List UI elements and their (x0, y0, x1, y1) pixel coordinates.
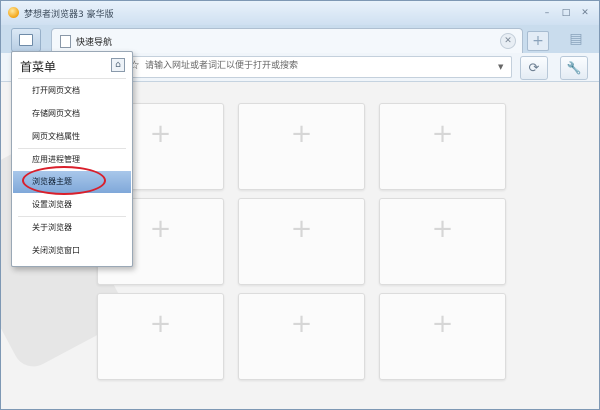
speed-dial-tile[interactable]: + (238, 103, 365, 190)
main-menu-dropdown: 首菜单 ⌂ 打开网页文档 存储网页文档 网页文档属性 应用进程管理 浏览器主题 … (11, 51, 133, 267)
tools-button[interactable]: 🔧 (560, 56, 588, 80)
tab-label: 快速导航 (76, 38, 113, 48)
maximize-button[interactable]: □ (558, 6, 574, 19)
speed-dial-tile[interactable]: + (379, 198, 506, 285)
home-icon (19, 34, 33, 46)
side-panel-button[interactable]: ▤ (567, 29, 585, 49)
plus-icon: + (431, 308, 454, 339)
menu-item-close-window[interactable]: 关闭浏览窗口 (13, 240, 131, 262)
plus-icon: + (149, 308, 172, 339)
plus-icon: + (431, 118, 454, 149)
title-bar: 梦想者浏览器3 豪华版 – □ ✕ (1, 1, 599, 25)
menu-item-settings[interactable]: 设置浏览器 (13, 194, 131, 216)
menu-header: 首菜单 ⌂ (12, 52, 132, 78)
home-icon[interactable]: ⌂ (111, 58, 125, 72)
page-icon (60, 35, 71, 48)
plus-icon: + (290, 213, 313, 244)
menu-item-save-doc[interactable]: 存储网页文档 (13, 103, 131, 125)
speed-dial-tile[interactable]: + (379, 103, 506, 190)
menu-title: 首菜单 (20, 60, 57, 74)
speed-dial-tile[interactable]: + (238, 198, 365, 285)
refresh-button[interactable]: ⟳ (520, 56, 548, 80)
plus-icon: + (149, 213, 172, 244)
plus-icon: + (290, 308, 313, 339)
menu-item-open-doc[interactable]: 打开网页文档 (13, 80, 131, 102)
app-logo-icon (8, 7, 19, 18)
plus-icon: + (532, 33, 544, 49)
wrench-icon: 🔧 (566, 61, 582, 75)
main-menu-button[interactable] (11, 28, 41, 52)
minimize-button[interactable]: – (539, 6, 555, 19)
tab-quick-nav[interactable]: 快速导航 ✕ (51, 28, 523, 53)
notepad-icon: ▤ (569, 31, 583, 47)
plus-icon: + (431, 213, 454, 244)
chevron-down-icon[interactable]: ▼ (498, 63, 503, 71)
tab-close-icon[interactable]: ✕ (500, 33, 516, 49)
browser-window: 梦想者浏览器3 豪华版 – □ ✕ 快速导航 ✕ + ▤ ☆ ▼ ⟳ 🔧 + (0, 0, 600, 410)
refresh-icon: ⟳ (528, 60, 540, 76)
plus-icon: + (149, 118, 172, 149)
window-controls: – □ ✕ (539, 6, 593, 19)
menu-item-doc-properties[interactable]: 网页文档属性 (13, 126, 131, 148)
speed-dial-tile[interactable]: + (238, 293, 365, 380)
speed-dial-tile[interactable]: + (379, 293, 506, 380)
close-window-button[interactable]: ✕ (577, 6, 593, 19)
speed-dial-tile[interactable]: + (97, 293, 224, 380)
new-tab-button[interactable]: + (527, 31, 549, 51)
annotation-highlight-ring (22, 166, 106, 195)
window-title: 梦想者浏览器3 豪华版 (24, 10, 114, 20)
menu-item-about[interactable]: 关于浏览器 (13, 217, 131, 239)
tab-strip: 快速导航 ✕ + ▤ (1, 25, 599, 53)
address-input[interactable] (141, 58, 509, 74)
speed-dial-grid: + + + + + + + + + (97, 103, 506, 380)
plus-icon: + (290, 118, 313, 149)
menu-divider (18, 78, 126, 79)
